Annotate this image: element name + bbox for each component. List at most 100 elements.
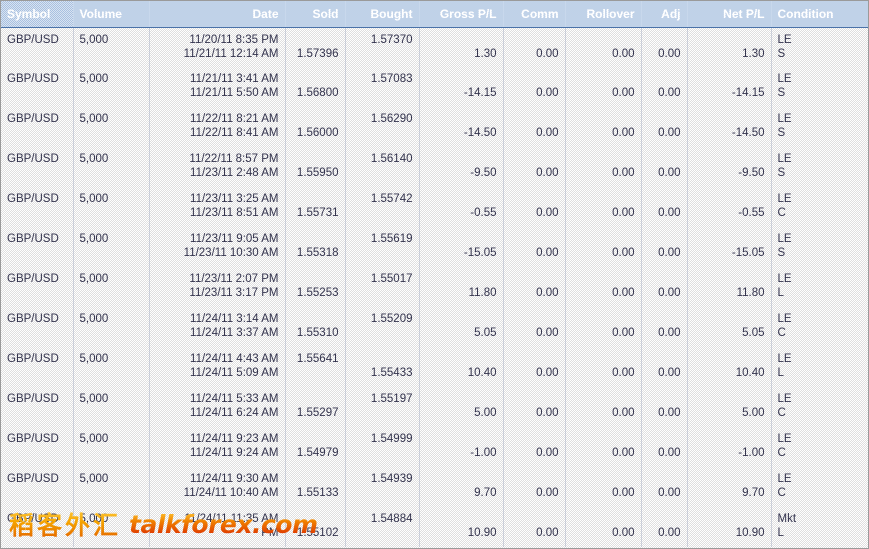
volume-value: 5,000	[79, 193, 109, 205]
cell-condition: LE L	[771, 347, 868, 387]
column-header-rollover[interactable]: Rollover	[565, 1, 642, 28]
table-row[interactable]: GBP/USD 5,000 11/24/11 9:30 AM 11/24/11 10:…	[1, 467, 868, 507]
column-header-comm[interactable]: Comm	[503, 1, 566, 28]
cell-adj-value: 0.00	[658, 447, 681, 459]
cell-sold-close	[292, 366, 339, 380]
symbol-value: GBP/USD	[7, 273, 59, 285]
cell-sold-close: 1.56800	[296, 87, 339, 99]
cell-sold-close: 1.57396	[296, 47, 339, 60]
table-row[interactable]: GBP/USD 5,000 11/24/11 3:14 AM 11/24/11 3:3…	[1, 307, 868, 347]
cell-volume: 5,000	[73, 147, 150, 187]
cell-rollover-value: 0.00	[612, 527, 635, 539]
symbol-value: GBP/USD	[7, 193, 59, 205]
cell-bought: 1.54939	[345, 467, 420, 507]
cell-comm: .0.00	[503, 467, 566, 507]
cell-bought-close	[352, 326, 413, 340]
cell-symbol: GBP/USD	[1, 67, 74, 107]
cell-date-open: 11/22/11 8:57 PM	[189, 153, 279, 165]
cell-bought: 1.57370	[345, 27, 420, 67]
cell-symbol: GBP/USD	[1, 347, 74, 387]
cell-adj-value: 0.00	[658, 367, 681, 379]
cell-rollover: .0.00	[565, 387, 642, 427]
cell-symbol: GBP/USD	[1, 387, 74, 427]
cell-condition-close: S	[777, 87, 786, 99]
column-header-symbol[interactable]: Symbol	[1, 1, 74, 28]
cell-sold-open	[292, 232, 339, 246]
column-header-sold[interactable]: Sold	[285, 1, 346, 28]
table-row[interactable]: GBP/USD 5,000 11/24/11 5:33 AM 11/24/11 6:2…	[1, 387, 868, 427]
table-row[interactable]: GBP/USD 5,000 11/23/11 2:07 PM 11/23/11 3:1…	[1, 267, 868, 307]
cell-comm: .0.00	[503, 387, 566, 427]
column-header-condition[interactable]: Condition	[771, 1, 868, 28]
table-row[interactable]: GBP/USD 5,000 11/24/11 4:43 AM 11/24/11 5:0…	[1, 347, 868, 387]
symbol-value: GBP/USD	[7, 113, 59, 125]
cell-rollover: .0.00	[565, 267, 642, 307]
cell-bought-open: 1.54999	[370, 433, 413, 445]
column-header-gross-pl[interactable]: Gross P/L	[419, 1, 504, 28]
cell-condition-open: LE	[777, 393, 792, 405]
table-row[interactable]: GBP/USD 5,000 11/21/11 3:41 AM 11/21/11 5:5…	[1, 67, 868, 107]
cell-sold: 1.55133	[285, 467, 346, 507]
cell-gross-pl: .9.70	[419, 467, 504, 507]
cell-comm-value: 0.00	[536, 407, 559, 419]
cell-comm-value: 0.00	[536, 487, 559, 499]
cell-rollover: .0.00	[565, 347, 642, 387]
cell-condition-close: L	[777, 527, 784, 539]
cell-date-open: 11/23/11 3:25 AM	[190, 193, 279, 205]
cell-condition-close: L	[777, 367, 784, 379]
cell-sold-open: 1.55641	[296, 353, 339, 365]
column-header-date[interactable]: Date	[149, 1, 286, 28]
cell-net-pl-value: 9.70	[742, 487, 765, 499]
cell-date-open: 11/20/11 8:35 PM	[189, 33, 279, 46]
cell-date-close: 11/24/11 5:09 AM	[190, 367, 279, 379]
cell-adj-value: 0.00	[658, 487, 681, 499]
cell-gross-pl-value: 10.90	[467, 527, 497, 539]
cell-bought-open: 1.57370	[370, 33, 413, 46]
table-row[interactable]: GBP/USD 5,000 11/22/11 8:21 AM 11/22/11 8:4…	[1, 107, 868, 147]
cell-rollover-value: 0.00	[612, 287, 635, 299]
cell-date-close: 11/24/11 3:37 AM	[190, 327, 279, 339]
cell-comm-value: 0.00	[536, 327, 559, 339]
cell-net-pl: .-0.55	[687, 187, 772, 227]
table-row[interactable]: GBP/USD 5,000 11/23/11 9:05 AM 11/23/11 10:…	[1, 227, 868, 267]
cell-rollover-value: 0.00	[612, 447, 635, 459]
cell-adj: .0.00	[641, 147, 688, 187]
volume-value: 5,000	[79, 313, 109, 325]
table-row[interactable]: GBP/USD 5,000 11/23/11 3:25 AM 11/23/11 8:5…	[1, 187, 868, 227]
cell-net-pl: .11.80	[687, 267, 772, 307]
cell-rollover: .0.00	[565, 27, 642, 67]
cell-adj: .0.00	[641, 267, 688, 307]
cell-rollover-value: 0.00	[612, 367, 635, 379]
cell-rollover: .0.00	[565, 67, 642, 107]
cell-gross-pl: .-9.50	[419, 147, 504, 187]
table-row[interactable]: GBP/USD 5,000 11/24/11 9:23 AM 11/24/11 9:2…	[1, 427, 868, 467]
cell-volume: 5,000	[73, 387, 150, 427]
cell-sold-close: 1.56000	[296, 127, 339, 139]
cell-condition-close: C	[777, 207, 786, 219]
cell-sold: 1.55641	[285, 347, 346, 387]
cell-adj-value: 0.00	[658, 47, 681, 60]
cell-bought-close	[352, 206, 413, 220]
cell-bought: 1.55197	[345, 387, 420, 427]
cell-bought: 1.56140	[345, 147, 420, 187]
table-row[interactable]: GBP/USD 5,000 11/22/11 8:57 PM 11/23/11 2:4…	[1, 147, 868, 187]
cell-symbol: GBP/USD	[1, 187, 74, 227]
column-header-adj[interactable]: Adj	[641, 1, 688, 28]
column-header-net-pl[interactable]: Net P/L	[687, 1, 772, 28]
cell-comm: .0.00	[503, 187, 566, 227]
table-row[interactable]: GBP/USD 5,000 11/20/11 8:35 PM 11/21/11 12:…	[1, 27, 868, 67]
symbol-value: GBP/USD	[7, 313, 59, 325]
cell-rollover-value: 0.00	[612, 167, 635, 179]
column-header-volume[interactable]: Volume	[73, 1, 150, 28]
cell-rollover: .0.00	[565, 467, 642, 507]
cell-date: 11/24/11 11:35 AM PM	[149, 507, 286, 547]
cell-gross-pl: .10.90	[419, 507, 504, 547]
table-row[interactable]: GBP/USD 5,000 11/24/11 11:35 AM PM 1.55102 1.…	[1, 507, 868, 547]
column-header-bought[interactable]: Bought	[345, 1, 420, 28]
cell-condition-open: LE	[777, 233, 792, 245]
cell-gross-pl: .11.80	[419, 267, 504, 307]
cell-sold-close: 1.55950	[296, 167, 339, 179]
cell-bought-open: 1.55209	[370, 313, 413, 325]
cell-condition-close: C	[777, 407, 786, 419]
cell-bought-open: 1.55619	[370, 233, 413, 245]
